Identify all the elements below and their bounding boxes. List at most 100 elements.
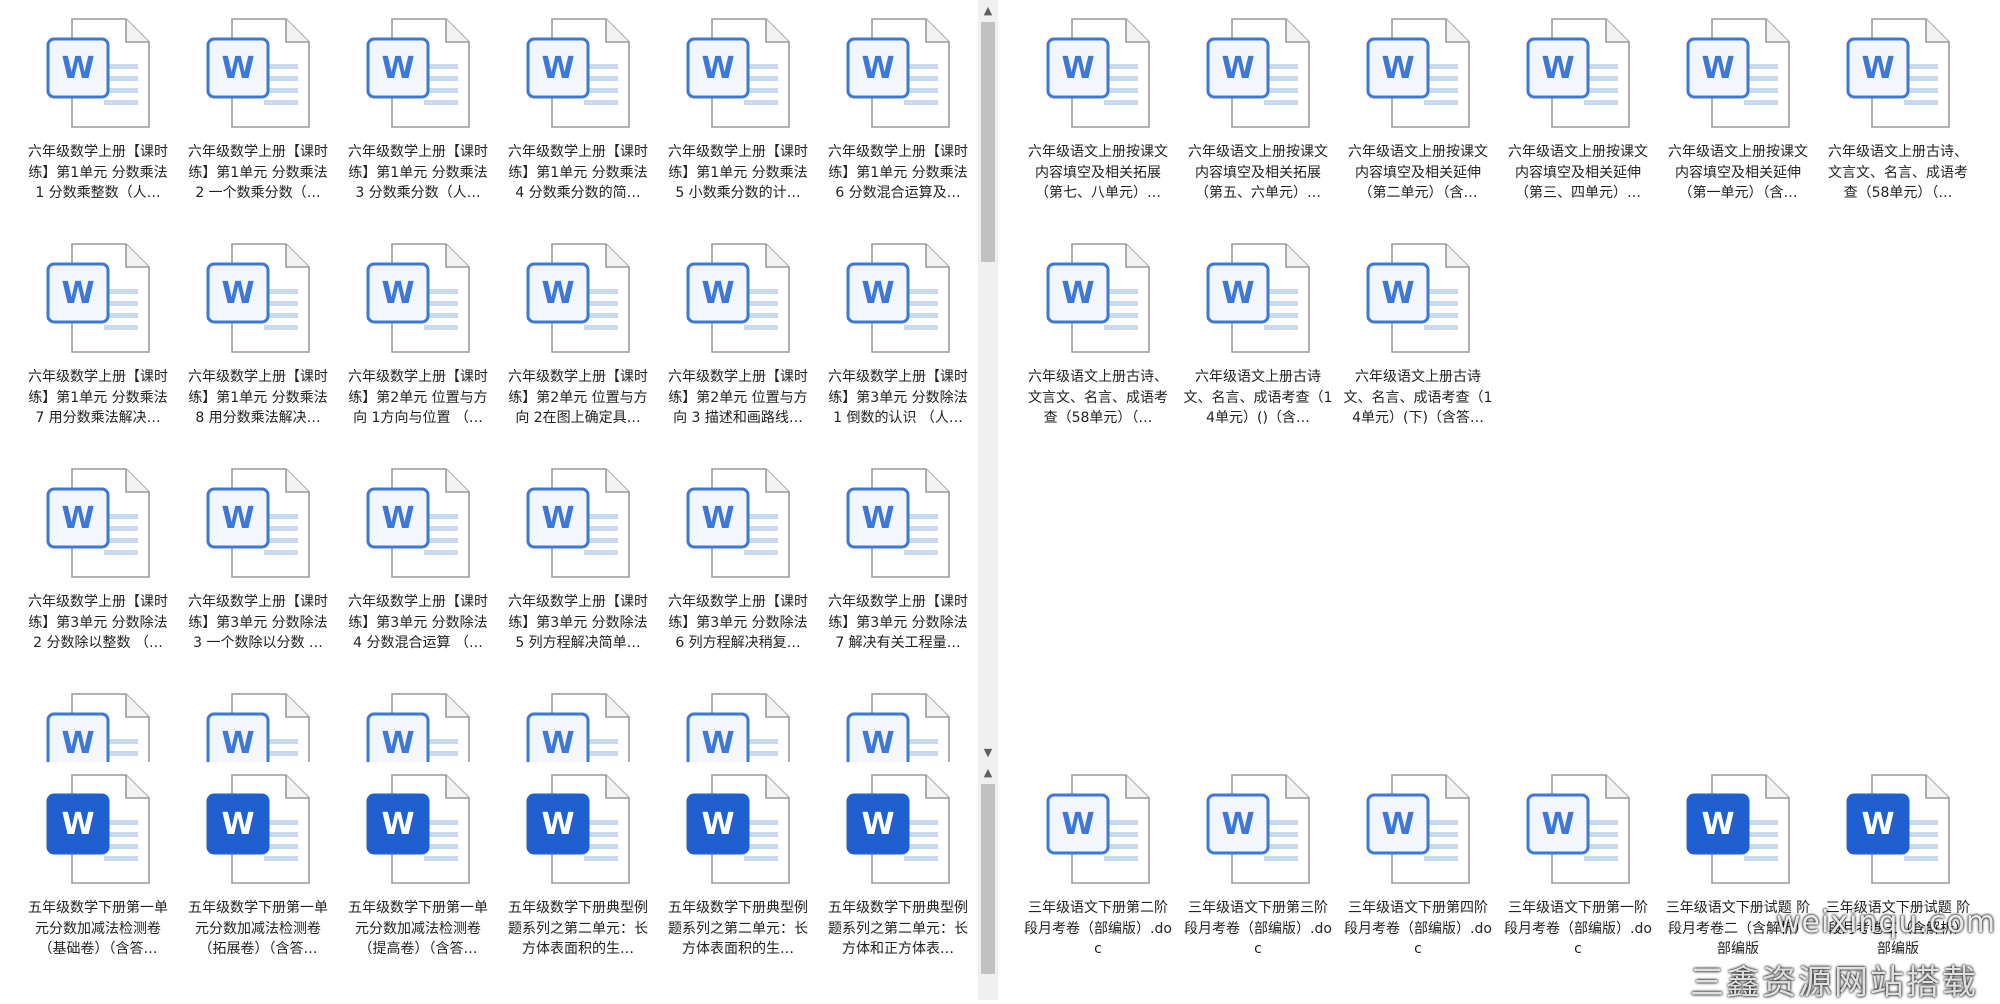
scroll-thumb[interactable] bbox=[981, 784, 995, 974]
file-name: 六年级数学上册【课时练】第1单元 分数乘法 7 用分数乘法解决… bbox=[28, 369, 168, 426]
file-item[interactable]: W bbox=[498, 675, 658, 762]
word-document-icon: W bbox=[1206, 774, 1310, 884]
file-item[interactable]: W 六年级数学上册【课时练】第3单元 分数除法 1 倒数的认识 （人… bbox=[818, 225, 978, 450]
word-document-icon: W bbox=[206, 18, 310, 128]
file-item[interactable]: W 六年级数学上册【课时练】第1单元 分数乘法 3 分数乘分数（人… bbox=[338, 0, 498, 225]
file-item[interactable]: W 六年级数学上册【课时练】第1单元 分数乘法 2 一个数乘分数（… bbox=[178, 0, 338, 225]
file-item[interactable]: W 六年级语文上册按课文内容填空及相关延伸（第二单元）（含… bbox=[1338, 0, 1498, 225]
file-name: 五年级数学下册第一单元分数加减法检测卷（基础卷）（含答… bbox=[28, 900, 168, 957]
svg-text:W: W bbox=[381, 726, 414, 761]
word-document-icon: W bbox=[366, 693, 470, 762]
file-item[interactable]: W 六年级数学上册【课时练】第1单元 分数乘法 8 用分数乘法解决… bbox=[178, 225, 338, 450]
file-item[interactable]: W 六年级数学上册【课时练】第1单元 分数乘法 7 用分数乘法解决… bbox=[18, 225, 178, 450]
svg-text:W: W bbox=[381, 501, 414, 536]
file-item[interactable]: W 六年级语文上册按课文内容填空及相关延伸（第一单元）（含… bbox=[1658, 0, 1818, 225]
file-item[interactable]: W bbox=[338, 675, 498, 762]
word-document-icon: W bbox=[206, 774, 310, 884]
word-document-icon: W bbox=[1366, 774, 1470, 884]
word-document-icon: W bbox=[46, 693, 150, 762]
scroll-up-button[interactable]: ▲ bbox=[978, 0, 998, 20]
word-document-icon: W bbox=[686, 243, 790, 353]
file-name: 六年级语文上册按课文内容填空及相关延伸（第一单元）（含… bbox=[1668, 144, 1808, 201]
file-item[interactable]: W 五年级数学下册典型例题系列之第二单元：长方体和正方体表… bbox=[818, 762, 978, 981]
file-name: 六年级语文上册古诗文、名言、成语考查（14单元）()（含… bbox=[1183, 369, 1333, 426]
file-item[interactable]: W 六年级语文上册按课文内容填空及相关延伸（第三、四单元）… bbox=[1498, 0, 1658, 225]
file-item[interactable]: W 六年级语文上册古诗、文言文、名言、成语考查（58单元）（… bbox=[1818, 0, 1978, 225]
word-document-icon: W bbox=[1046, 774, 1150, 884]
svg-text:W: W bbox=[1701, 807, 1734, 842]
file-item[interactable]: W 六年级语文上册按课文内容填空及相关拓展（第七、八单元）… bbox=[1018, 0, 1178, 225]
svg-text:W: W bbox=[861, 276, 894, 311]
file-name: 五年级数学下册第一单元分数加减法检测卷（拓展卷）（含答… bbox=[188, 900, 328, 957]
file-item[interactable]: W 三年级语文下册第二阶段月考卷（部编版）.doc bbox=[1018, 762, 1178, 981]
file-item[interactable]: W 五年级数学下册典型例题系列之第二单元：长方体表面积的生… bbox=[658, 762, 818, 981]
word-document-icon: W bbox=[686, 468, 790, 578]
file-name: 六年级数学上册【课时练】第1单元 分数乘法 2 一个数乘分数（… bbox=[188, 144, 328, 201]
file-item[interactable]: W 六年级数学上册【课时练】第1单元 分数乘法 6 分数混合运算及… bbox=[818, 0, 978, 225]
file-item[interactable]: W 六年级数学上册【课时练】第3单元 分数除法 2 分数除以整数 （… bbox=[18, 450, 178, 675]
file-item[interactable]: W 六年级数学上册【课时练】第3单元 分数除法 6 列方程解决稍复… bbox=[658, 450, 818, 675]
scroll-thumb[interactable] bbox=[981, 22, 995, 262]
file-item[interactable]: W 六年级数学上册【课时练】第3单元 分数除法 4 分数混合运算 （… bbox=[338, 450, 498, 675]
file-item[interactable]: W 五年级数学下册第一单元分数加减法检测卷（基础卷）（含答… bbox=[18, 762, 178, 981]
file-item[interactable]: W 六年级数学上册【课时练】第2单元 位置与方向 2在图上确定具… bbox=[498, 225, 658, 450]
file-item[interactable]: W 三年级语文下册试题 阶段月考卷二（含解析）部编版 bbox=[1658, 762, 1818, 981]
svg-text:W: W bbox=[861, 807, 894, 842]
watermark-text: 三鑫资源网站搭载 bbox=[1690, 963, 1978, 1003]
file-item[interactable]: W 六年级数学上册【课时练】第1单元 分数乘法 4 分数乘分数的简… bbox=[498, 0, 658, 225]
svg-text:W: W bbox=[1061, 276, 1094, 311]
svg-text:W: W bbox=[701, 501, 734, 536]
word-document-icon: W bbox=[1686, 18, 1790, 128]
file-item[interactable]: W 五年级数学下册第一单元分数加减法检测卷（拓展卷）（含答… bbox=[178, 762, 338, 981]
file-item[interactable]: W 六年级语文上册按课文内容填空及相关拓展（第五、六单元）… bbox=[1178, 0, 1338, 225]
file-item[interactable]: W 六年级数学上册【课时练】第3单元 分数除法 3 一个数除以分数 … bbox=[178, 450, 338, 675]
file-item[interactable]: W 六年级语文上册古诗、文言文、名言、成语考查（58单元）（… bbox=[1018, 225, 1178, 450]
word-document-icon: W bbox=[46, 774, 150, 884]
file-item[interactable]: W 五年级数学下册典型例题系列之第二单元：长方体表面积的生… bbox=[498, 762, 658, 981]
file-item[interactable]: W 六年级语文上册古诗文、名言、成语考查（14单元）(下)（含答… bbox=[1338, 225, 1498, 450]
file-item[interactable]: W 三年级语文下册第一阶段月考卷（部编版）.doc bbox=[1498, 762, 1658, 981]
file-pane-top-left: W 六年级数学上册【课时练】第1单元 分数乘法 1 分数乘整数（人… W 六年级数学上… bbox=[0, 0, 978, 762]
word-document-icon: W bbox=[46, 243, 150, 353]
svg-text:W: W bbox=[1061, 807, 1094, 842]
file-item[interactable]: W bbox=[658, 675, 818, 762]
file-item[interactable]: W 三年级语文下册第三阶段月考卷（部编版）.doc bbox=[1178, 762, 1338, 981]
svg-text:W: W bbox=[541, 501, 574, 536]
word-document-icon: W bbox=[366, 468, 470, 578]
file-item[interactable]: W bbox=[818, 675, 978, 762]
file-item[interactable]: W 三年级语文下册第四阶段月考卷（部编版）.doc bbox=[1338, 762, 1498, 981]
file-item[interactable]: W 六年级语文上册古诗文、名言、成语考查（14单元）()（含… bbox=[1178, 225, 1338, 450]
file-name: 六年级数学上册【课时练】第3单元 分数除法 7 解决有关工程量… bbox=[828, 594, 968, 651]
file-item[interactable]: W 六年级数学上册【课时练】第3单元 分数除法 5 列方程解决简单… bbox=[498, 450, 658, 675]
scroll-up-button[interactable]: ▲ bbox=[978, 762, 998, 782]
vertical-scrollbar-top-left[interactable]: ▲ ▼ bbox=[978, 0, 998, 762]
file-item[interactable]: W 三年级语文下册试题 阶段月考卷三（含解析）部编版 bbox=[1818, 762, 1978, 981]
word-document-icon: W bbox=[1046, 243, 1150, 353]
file-grid: W 五年级数学下册第一单元分数加减法检测卷（基础卷）（含答… W 五年级数学下册第一单… bbox=[18, 762, 978, 981]
svg-text:W: W bbox=[381, 807, 414, 842]
file-item[interactable]: W 六年级数学上册【课时练】第2单元 位置与方向 1方向与位置 （… bbox=[338, 225, 498, 450]
file-item[interactable]: W 六年级数学上册【课时练】第2单元 位置与方向 3 描述和画路线… bbox=[658, 225, 818, 450]
file-item[interactable]: W bbox=[18, 675, 178, 762]
file-name: 六年级语文上册按课文内容填空及相关延伸（第三、四单元）… bbox=[1508, 144, 1648, 201]
word-document-icon: W bbox=[206, 468, 310, 578]
file-name: 五年级数学下册典型例题系列之第二单元：长方体表面积的生… bbox=[508, 900, 648, 957]
file-name: 三年级语文下册第一阶段月考卷（部编版）.doc bbox=[1504, 900, 1652, 957]
file-item[interactable]: W 六年级数学上册【课时练】第3单元 分数除法 7 解决有关工程量… bbox=[818, 450, 978, 675]
svg-text:W: W bbox=[1861, 807, 1894, 842]
file-name: 六年级语文上册古诗文、名言、成语考查（14单元）(下)（含答… bbox=[1343, 369, 1493, 426]
svg-text:W: W bbox=[541, 807, 574, 842]
file-item[interactable]: W 六年级数学上册【课时练】第1单元 分数乘法 1 分数乘整数（人… bbox=[18, 0, 178, 225]
svg-text:W: W bbox=[1381, 807, 1414, 842]
file-item[interactable]: W 五年级数学下册第一单元分数加减法检测卷（提高卷）（含答… bbox=[338, 762, 498, 981]
file-item[interactable]: W 六年级数学上册【课时练】第1单元 分数乘法 5 小数乘分数的计… bbox=[658, 0, 818, 225]
svg-text:W: W bbox=[701, 276, 734, 311]
word-document-icon: W bbox=[46, 18, 150, 128]
file-name: 六年级数学上册【课时练】第2单元 位置与方向 2在图上确定具… bbox=[508, 369, 648, 426]
file-name: 五年级数学下册典型例题系列之第二单元：长方体表面积的生… bbox=[668, 900, 808, 957]
scroll-down-button[interactable]: ▼ bbox=[978, 742, 998, 762]
file-item[interactable]: W bbox=[178, 675, 338, 762]
word-document-icon: W bbox=[526, 468, 630, 578]
file-name: 六年级语文上册按课文内容填空及相关延伸（第二单元）（含… bbox=[1348, 144, 1488, 201]
vertical-scrollbar-bottom-left[interactable]: ▲ bbox=[978, 762, 998, 1000]
